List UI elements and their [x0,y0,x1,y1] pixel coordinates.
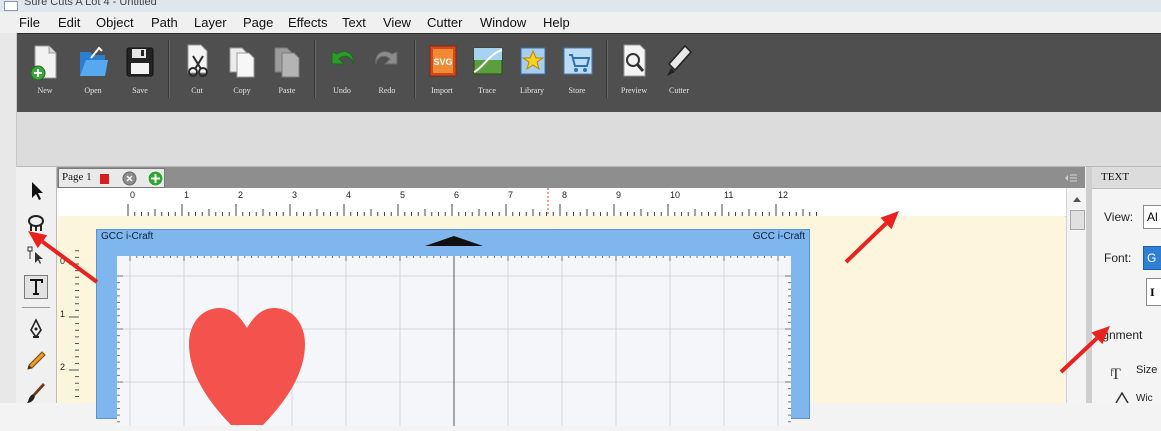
annotation-overlay [28,211,1110,374]
annotation-arrow-tools-shaft [41,240,99,284]
annotation-arrow-panel-shaft [1059,336,1099,374]
annotation-arrow-ruler-shaft [844,222,888,264]
